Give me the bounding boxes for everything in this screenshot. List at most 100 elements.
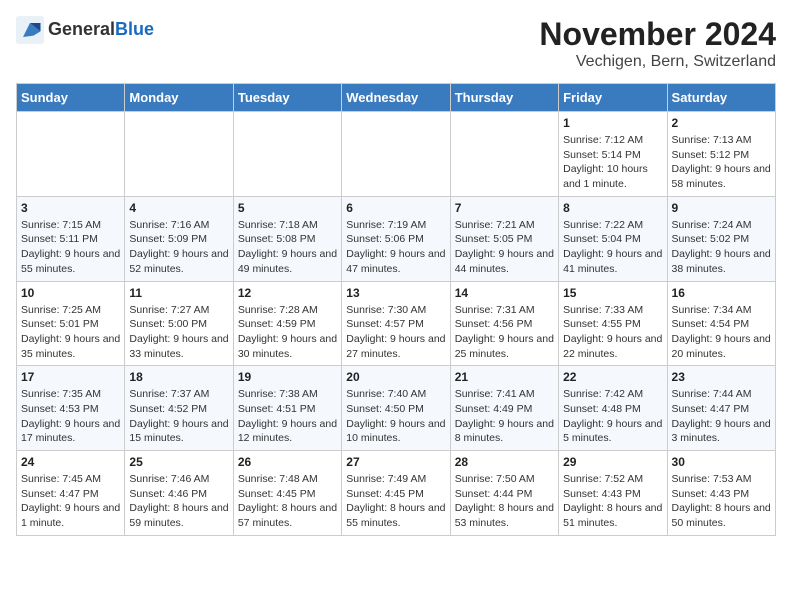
day-info: Sunrise: 7:34 AM Sunset: 4:54 PM Dayligh… [672, 303, 771, 362]
day-number: 18 [129, 370, 228, 384]
day-info: Sunrise: 7:42 AM Sunset: 4:48 PM Dayligh… [563, 387, 662, 446]
weekday-header-wednesday: Wednesday [342, 84, 450, 112]
day-cell: 27 Sunrise: 7:49 AM Sunset: 4:45 PM Dayli… [342, 451, 450, 536]
day-number: 21 [455, 370, 554, 384]
day-cell: 1Sunrise: 7:12 AM Sunset: 5:14 PM Daylig… [559, 112, 667, 197]
day-number: 4 [129, 201, 228, 215]
day-number: 26 [238, 455, 337, 469]
title-area: November 2024 Vechigen, Bern, Switzerlan… [539, 16, 776, 71]
weekday-header-sunday: Sunday [17, 84, 125, 112]
day-cell: 20Sunrise: 7:40 AM Sunset: 4:50 PM Dayli… [342, 366, 450, 451]
day-cell: 14 Sunrise: 7:31 AM Sunset: 4:56 PM Dayli… [450, 281, 558, 366]
calendar-header: SundayMondayTuesdayWednesdayThursdayFrid… [17, 84, 776, 112]
day-cell: 24 Sunrise: 7:45 AM Sunset: 4:47 PM Dayli… [17, 451, 125, 536]
weekday-header-monday: Monday [125, 84, 233, 112]
calendar-title: November 2024 [539, 16, 776, 53]
day-cell: 13 Sunrise: 7:30 AM Sunset: 4:57 PM Dayli… [342, 281, 450, 366]
day-cell: 29 Sunrise: 7:52 AM Sunset: 4:43 PM Dayli… [559, 451, 667, 536]
day-cell: 18Sunrise: 7:37 AM Sunset: 4:52 PM Dayli… [125, 366, 233, 451]
day-info: Sunrise: 7:40 AM Sunset: 4:50 PM Dayligh… [346, 387, 445, 446]
logo-blue-text: Blue [115, 19, 154, 39]
day-info: Sunrise: 7:25 AM Sunset: 5:01 PM Dayligh… [21, 303, 120, 362]
week-row-4: 17 Sunrise: 7:35 AM Sunset: 4:53 PM Dayli… [17, 366, 776, 451]
weekday-header-saturday: Saturday [667, 84, 775, 112]
week-row-3: 10Sunrise: 7:25 AM Sunset: 5:01 PM Dayli… [17, 281, 776, 366]
day-cell: 30 Sunrise: 7:53 AM Sunset: 4:43 PM Dayli… [667, 451, 775, 536]
day-cell: 23Sunrise: 7:44 AM Sunset: 4:47 PM Dayli… [667, 366, 775, 451]
day-cell: 28 Sunrise: 7:50 AM Sunset: 4:44 PM Dayli… [450, 451, 558, 536]
week-row-5: 24 Sunrise: 7:45 AM Sunset: 4:47 PM Dayli… [17, 451, 776, 536]
day-number: 3 [21, 201, 120, 215]
day-cell: 7 Sunrise: 7:21 AM Sunset: 5:05 PM Daylig… [450, 196, 558, 281]
day-cell: 3 Sunrise: 7:15 AM Sunset: 5:11 PM Daylig… [17, 196, 125, 281]
day-cell: 2 Sunrise: 7:13 AM Sunset: 5:12 PM Daylig… [667, 112, 775, 197]
day-number: 11 [129, 286, 228, 300]
day-cell: 21Sunrise: 7:41 AM Sunset: 4:49 PM Dayli… [450, 366, 558, 451]
day-info: Sunrise: 7:31 AM Sunset: 4:56 PM Dayligh… [455, 303, 554, 362]
day-info: Sunrise: 7:13 AM Sunset: 5:12 PM Dayligh… [672, 133, 771, 192]
day-cell: 16 Sunrise: 7:34 AM Sunset: 4:54 PM Dayli… [667, 281, 775, 366]
day-number: 19 [238, 370, 337, 384]
day-number: 28 [455, 455, 554, 469]
day-info: Sunrise: 7:38 AM Sunset: 4:51 PM Dayligh… [238, 387, 337, 446]
day-cell: 11Sunrise: 7:27 AM Sunset: 5:00 PM Dayli… [125, 281, 233, 366]
day-info: Sunrise: 7:22 AM Sunset: 5:04 PM Dayligh… [563, 218, 662, 277]
day-info: Sunrise: 7:49 AM Sunset: 4:45 PM Dayligh… [346, 472, 445, 531]
day-info: Sunrise: 7:50 AM Sunset: 4:44 PM Dayligh… [455, 472, 554, 531]
weekday-header-thursday: Thursday [450, 84, 558, 112]
week-row-1: 1Sunrise: 7:12 AM Sunset: 5:14 PM Daylig… [17, 112, 776, 197]
day-number: 7 [455, 201, 554, 215]
day-info: Sunrise: 7:52 AM Sunset: 4:43 PM Dayligh… [563, 472, 662, 531]
day-number: 15 [563, 286, 662, 300]
day-number: 27 [346, 455, 445, 469]
day-cell: 25 Sunrise: 7:46 AM Sunset: 4:46 PM Dayli… [125, 451, 233, 536]
day-cell [342, 112, 450, 197]
day-number: 8 [563, 201, 662, 215]
day-cell [125, 112, 233, 197]
day-number: 16 [672, 286, 771, 300]
day-cell: 12Sunrise: 7:28 AM Sunset: 4:59 PM Dayli… [233, 281, 341, 366]
day-info: Sunrise: 7:19 AM Sunset: 5:06 PM Dayligh… [346, 218, 445, 277]
day-number: 23 [672, 370, 771, 384]
header: GeneralBlue November 2024 Vechigen, Bern… [16, 16, 776, 71]
day-info: Sunrise: 7:18 AM Sunset: 5:08 PM Dayligh… [238, 218, 337, 277]
day-info: Sunrise: 7:45 AM Sunset: 4:47 PM Dayligh… [21, 472, 120, 531]
day-info: Sunrise: 7:24 AM Sunset: 5:02 PM Dayligh… [672, 218, 771, 277]
day-cell: 17 Sunrise: 7:35 AM Sunset: 4:53 PM Dayli… [17, 366, 125, 451]
day-number: 2 [672, 116, 771, 130]
day-number: 14 [455, 286, 554, 300]
day-number: 30 [672, 455, 771, 469]
logo: GeneralBlue [16, 16, 154, 44]
day-cell: 8 Sunrise: 7:22 AM Sunset: 5:04 PM Daylig… [559, 196, 667, 281]
day-cell [233, 112, 341, 197]
day-cell: 26 Sunrise: 7:48 AM Sunset: 4:45 PM Dayli… [233, 451, 341, 536]
day-info: Sunrise: 7:48 AM Sunset: 4:45 PM Dayligh… [238, 472, 337, 531]
week-row-2: 3 Sunrise: 7:15 AM Sunset: 5:11 PM Daylig… [17, 196, 776, 281]
day-cell: 22Sunrise: 7:42 AM Sunset: 4:48 PM Dayli… [559, 366, 667, 451]
day-info: Sunrise: 7:46 AM Sunset: 4:46 PM Dayligh… [129, 472, 228, 531]
day-cell: 19 Sunrise: 7:38 AM Sunset: 4:51 PM Dayli… [233, 366, 341, 451]
day-info: Sunrise: 7:21 AM Sunset: 5:05 PM Dayligh… [455, 218, 554, 277]
day-cell: 5 Sunrise: 7:18 AM Sunset: 5:08 PM Daylig… [233, 196, 341, 281]
day-number: 5 [238, 201, 337, 215]
day-info: Sunrise: 7:15 AM Sunset: 5:11 PM Dayligh… [21, 218, 120, 277]
day-info: Sunrise: 7:53 AM Sunset: 4:43 PM Dayligh… [672, 472, 771, 531]
day-number: 24 [21, 455, 120, 469]
day-cell [450, 112, 558, 197]
day-number: 13 [346, 286, 445, 300]
day-info: Sunrise: 7:33 AM Sunset: 4:55 PM Dayligh… [563, 303, 662, 362]
day-info: Sunrise: 7:30 AM Sunset: 4:57 PM Dayligh… [346, 303, 445, 362]
day-cell: 10Sunrise: 7:25 AM Sunset: 5:01 PM Dayli… [17, 281, 125, 366]
day-cell: 6Sunrise: 7:19 AM Sunset: 5:06 PM Daylig… [342, 196, 450, 281]
day-number: 9 [672, 201, 771, 215]
day-cell: 15 Sunrise: 7:33 AM Sunset: 4:55 PM Dayli… [559, 281, 667, 366]
day-info: Sunrise: 7:35 AM Sunset: 4:53 PM Dayligh… [21, 387, 120, 446]
day-number: 25 [129, 455, 228, 469]
day-cell [17, 112, 125, 197]
calendar-body: 1Sunrise: 7:12 AM Sunset: 5:14 PM Daylig… [17, 112, 776, 536]
logo-icon [16, 16, 44, 44]
day-number: 29 [563, 455, 662, 469]
weekday-header-row: SundayMondayTuesdayWednesdayThursdayFrid… [17, 84, 776, 112]
day-number: 12 [238, 286, 337, 300]
day-number: 17 [21, 370, 120, 384]
